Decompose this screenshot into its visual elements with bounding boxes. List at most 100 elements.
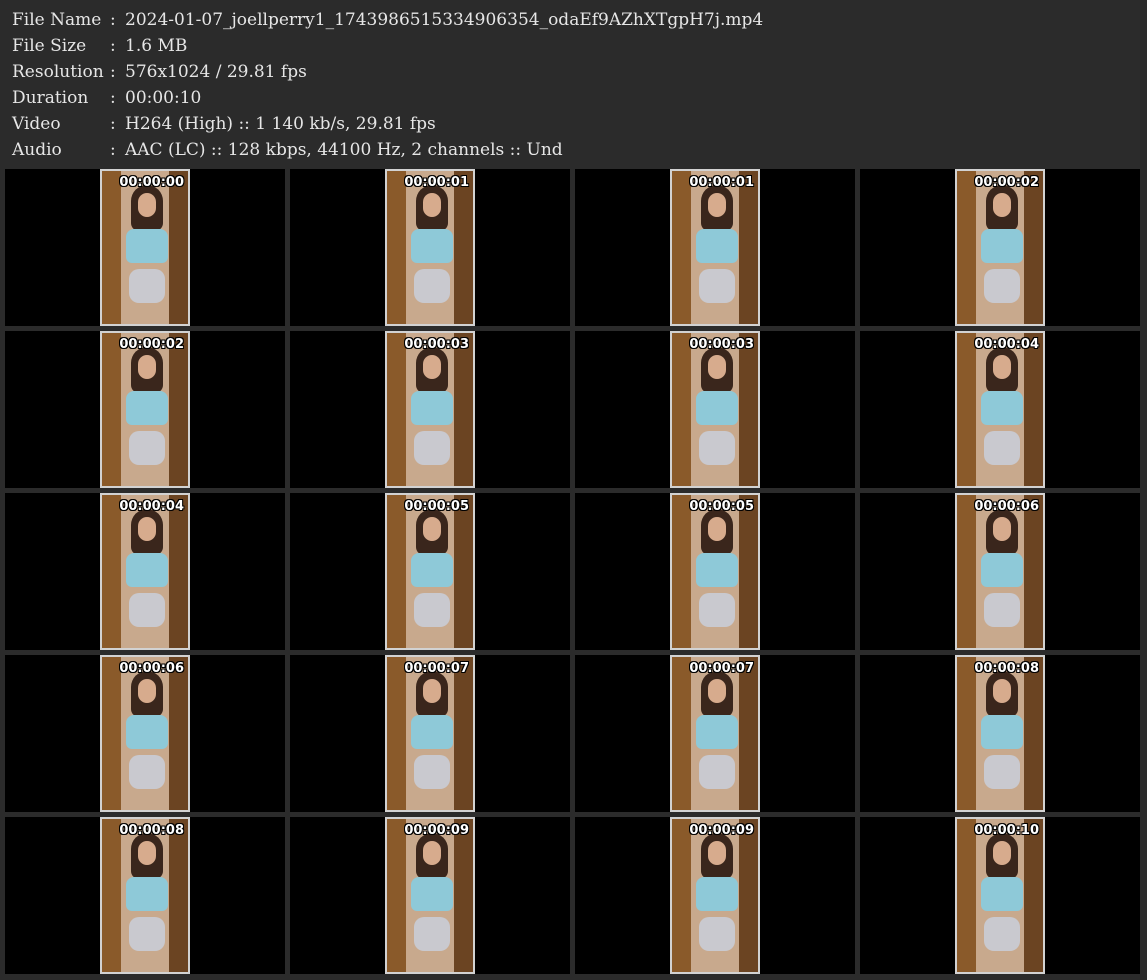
frame-timestamp: 00:00:08: [119, 823, 184, 838]
person-figure: [690, 509, 740, 627]
face-shape: [708, 679, 726, 703]
frame-timestamp: 00:00:02: [119, 337, 184, 352]
shorts-shape: [699, 431, 735, 465]
face-shape: [138, 355, 156, 379]
resolution-label: Resolution: [12, 62, 104, 82]
duration-label: Duration: [12, 88, 89, 108]
video-frame-thumbnail: 00:00:05: [670, 493, 760, 650]
frame-timestamp: 00:00:02: [974, 175, 1039, 190]
person-figure: [405, 671, 455, 789]
thumbnail-grid: 00:00:00 00:00:01 00:00:01 00:00:02 00:00:02…: [5, 169, 1142, 975]
shirt-shape: [411, 877, 453, 911]
shorts-shape: [699, 593, 735, 627]
duration-value: 00:00:10: [125, 88, 202, 108]
video-frame-thumbnail: 00:00:06: [100, 655, 190, 812]
file-name-row: File Name : 2024-01-07_joellperry1_17439…: [12, 7, 1132, 33]
person-figure: [690, 833, 740, 951]
shirt-shape: [696, 715, 738, 749]
thumbnail-cell: 00:00:02: [860, 169, 1140, 326]
video-frame-thumbnail: 00:00:03: [385, 331, 475, 488]
shirt-shape: [126, 229, 168, 263]
shorts-shape: [129, 431, 165, 465]
person-figure: [120, 347, 170, 465]
person-figure: [690, 347, 740, 465]
separator: :: [110, 140, 116, 160]
shirt-shape: [696, 877, 738, 911]
shorts-shape: [129, 593, 165, 627]
shorts-shape: [984, 917, 1020, 951]
shirt-shape: [411, 553, 453, 587]
shorts-shape: [414, 755, 450, 789]
person-figure: [405, 347, 455, 465]
frame-timestamp: 00:00:04: [119, 499, 184, 514]
face-shape: [708, 841, 726, 865]
thumbnail-cell: 00:00:04: [5, 493, 285, 650]
thumbnail-cell: 00:00:07: [290, 655, 570, 812]
video-frame-thumbnail: 00:00:07: [385, 655, 475, 812]
video-frame-thumbnail: 00:00:05: [385, 493, 475, 650]
video-label: Video: [12, 114, 61, 134]
shorts-shape: [414, 917, 450, 951]
file-size-value: 1.6 MB: [125, 36, 188, 56]
audio-value: AAC (LC) :: 128 kbps, 44100 Hz, 2 channe…: [125, 140, 563, 160]
face-shape: [993, 193, 1011, 217]
shirt-shape: [981, 391, 1023, 425]
shirt-shape: [696, 229, 738, 263]
file-name-value: 2024-01-07_joellperry1_17439865153349063…: [125, 10, 764, 30]
separator: :: [110, 36, 116, 56]
audio-row: Audio : AAC (LC) :: 128 kbps, 44100 Hz, …: [12, 137, 1132, 163]
shorts-shape: [129, 269, 165, 303]
face-shape: [993, 841, 1011, 865]
shorts-shape: [414, 269, 450, 303]
separator: :: [110, 10, 116, 30]
person-figure: [120, 833, 170, 951]
person-figure: [690, 185, 740, 303]
face-shape: [708, 193, 726, 217]
person-figure: [405, 509, 455, 627]
video-frame-thumbnail: 00:00:07: [670, 655, 760, 812]
separator: :: [110, 88, 116, 108]
frame-timestamp: 00:00:01: [689, 175, 754, 190]
thumbnail-cell: 00:00:07: [575, 655, 855, 812]
shorts-shape: [699, 917, 735, 951]
person-figure: [405, 833, 455, 951]
shirt-shape: [126, 715, 168, 749]
face-shape: [423, 517, 441, 541]
thumbnail-cell: 00:00:08: [5, 817, 285, 974]
shorts-shape: [699, 269, 735, 303]
person-figure: [120, 671, 170, 789]
shirt-shape: [411, 229, 453, 263]
shorts-shape: [699, 755, 735, 789]
video-value: H264 (High) :: 1 140 kb/s, 29.81 fps: [125, 114, 436, 134]
shirt-shape: [126, 877, 168, 911]
file-name-label: File Name: [12, 10, 102, 30]
shirt-shape: [411, 391, 453, 425]
file-size-label: File Size: [12, 36, 87, 56]
face-shape: [708, 517, 726, 541]
shorts-shape: [984, 755, 1020, 789]
thumbnail-cell: 00:00:04: [860, 331, 1140, 488]
video-frame-thumbnail: 00:00:08: [100, 817, 190, 974]
thumbnail-cell: 00:00:03: [575, 331, 855, 488]
face-shape: [138, 517, 156, 541]
video-frame-thumbnail: 00:00:04: [100, 493, 190, 650]
shirt-shape: [696, 391, 738, 425]
face-shape: [993, 355, 1011, 379]
frame-timestamp: 00:00:07: [404, 661, 469, 676]
shirt-shape: [981, 715, 1023, 749]
file-info-panel: File Name : 2024-01-07_joellperry1_17439…: [12, 7, 1132, 163]
person-figure: [975, 671, 1025, 789]
video-frame-thumbnail: 00:00:09: [670, 817, 760, 974]
separator: :: [110, 114, 116, 134]
face-shape: [708, 355, 726, 379]
person-figure: [975, 833, 1025, 951]
face-shape: [423, 355, 441, 379]
frame-timestamp: 00:00:03: [689, 337, 754, 352]
face-shape: [993, 679, 1011, 703]
frame-timestamp: 00:00:10: [974, 823, 1039, 838]
frame-timestamp: 00:00:06: [119, 661, 184, 676]
thumbnail-cell: 00:00:10: [860, 817, 1140, 974]
person-figure: [120, 509, 170, 627]
file-size-row: File Size : 1.6 MB: [12, 33, 1132, 59]
resolution-value: 576x1024 / 29.81 fps: [125, 62, 307, 82]
